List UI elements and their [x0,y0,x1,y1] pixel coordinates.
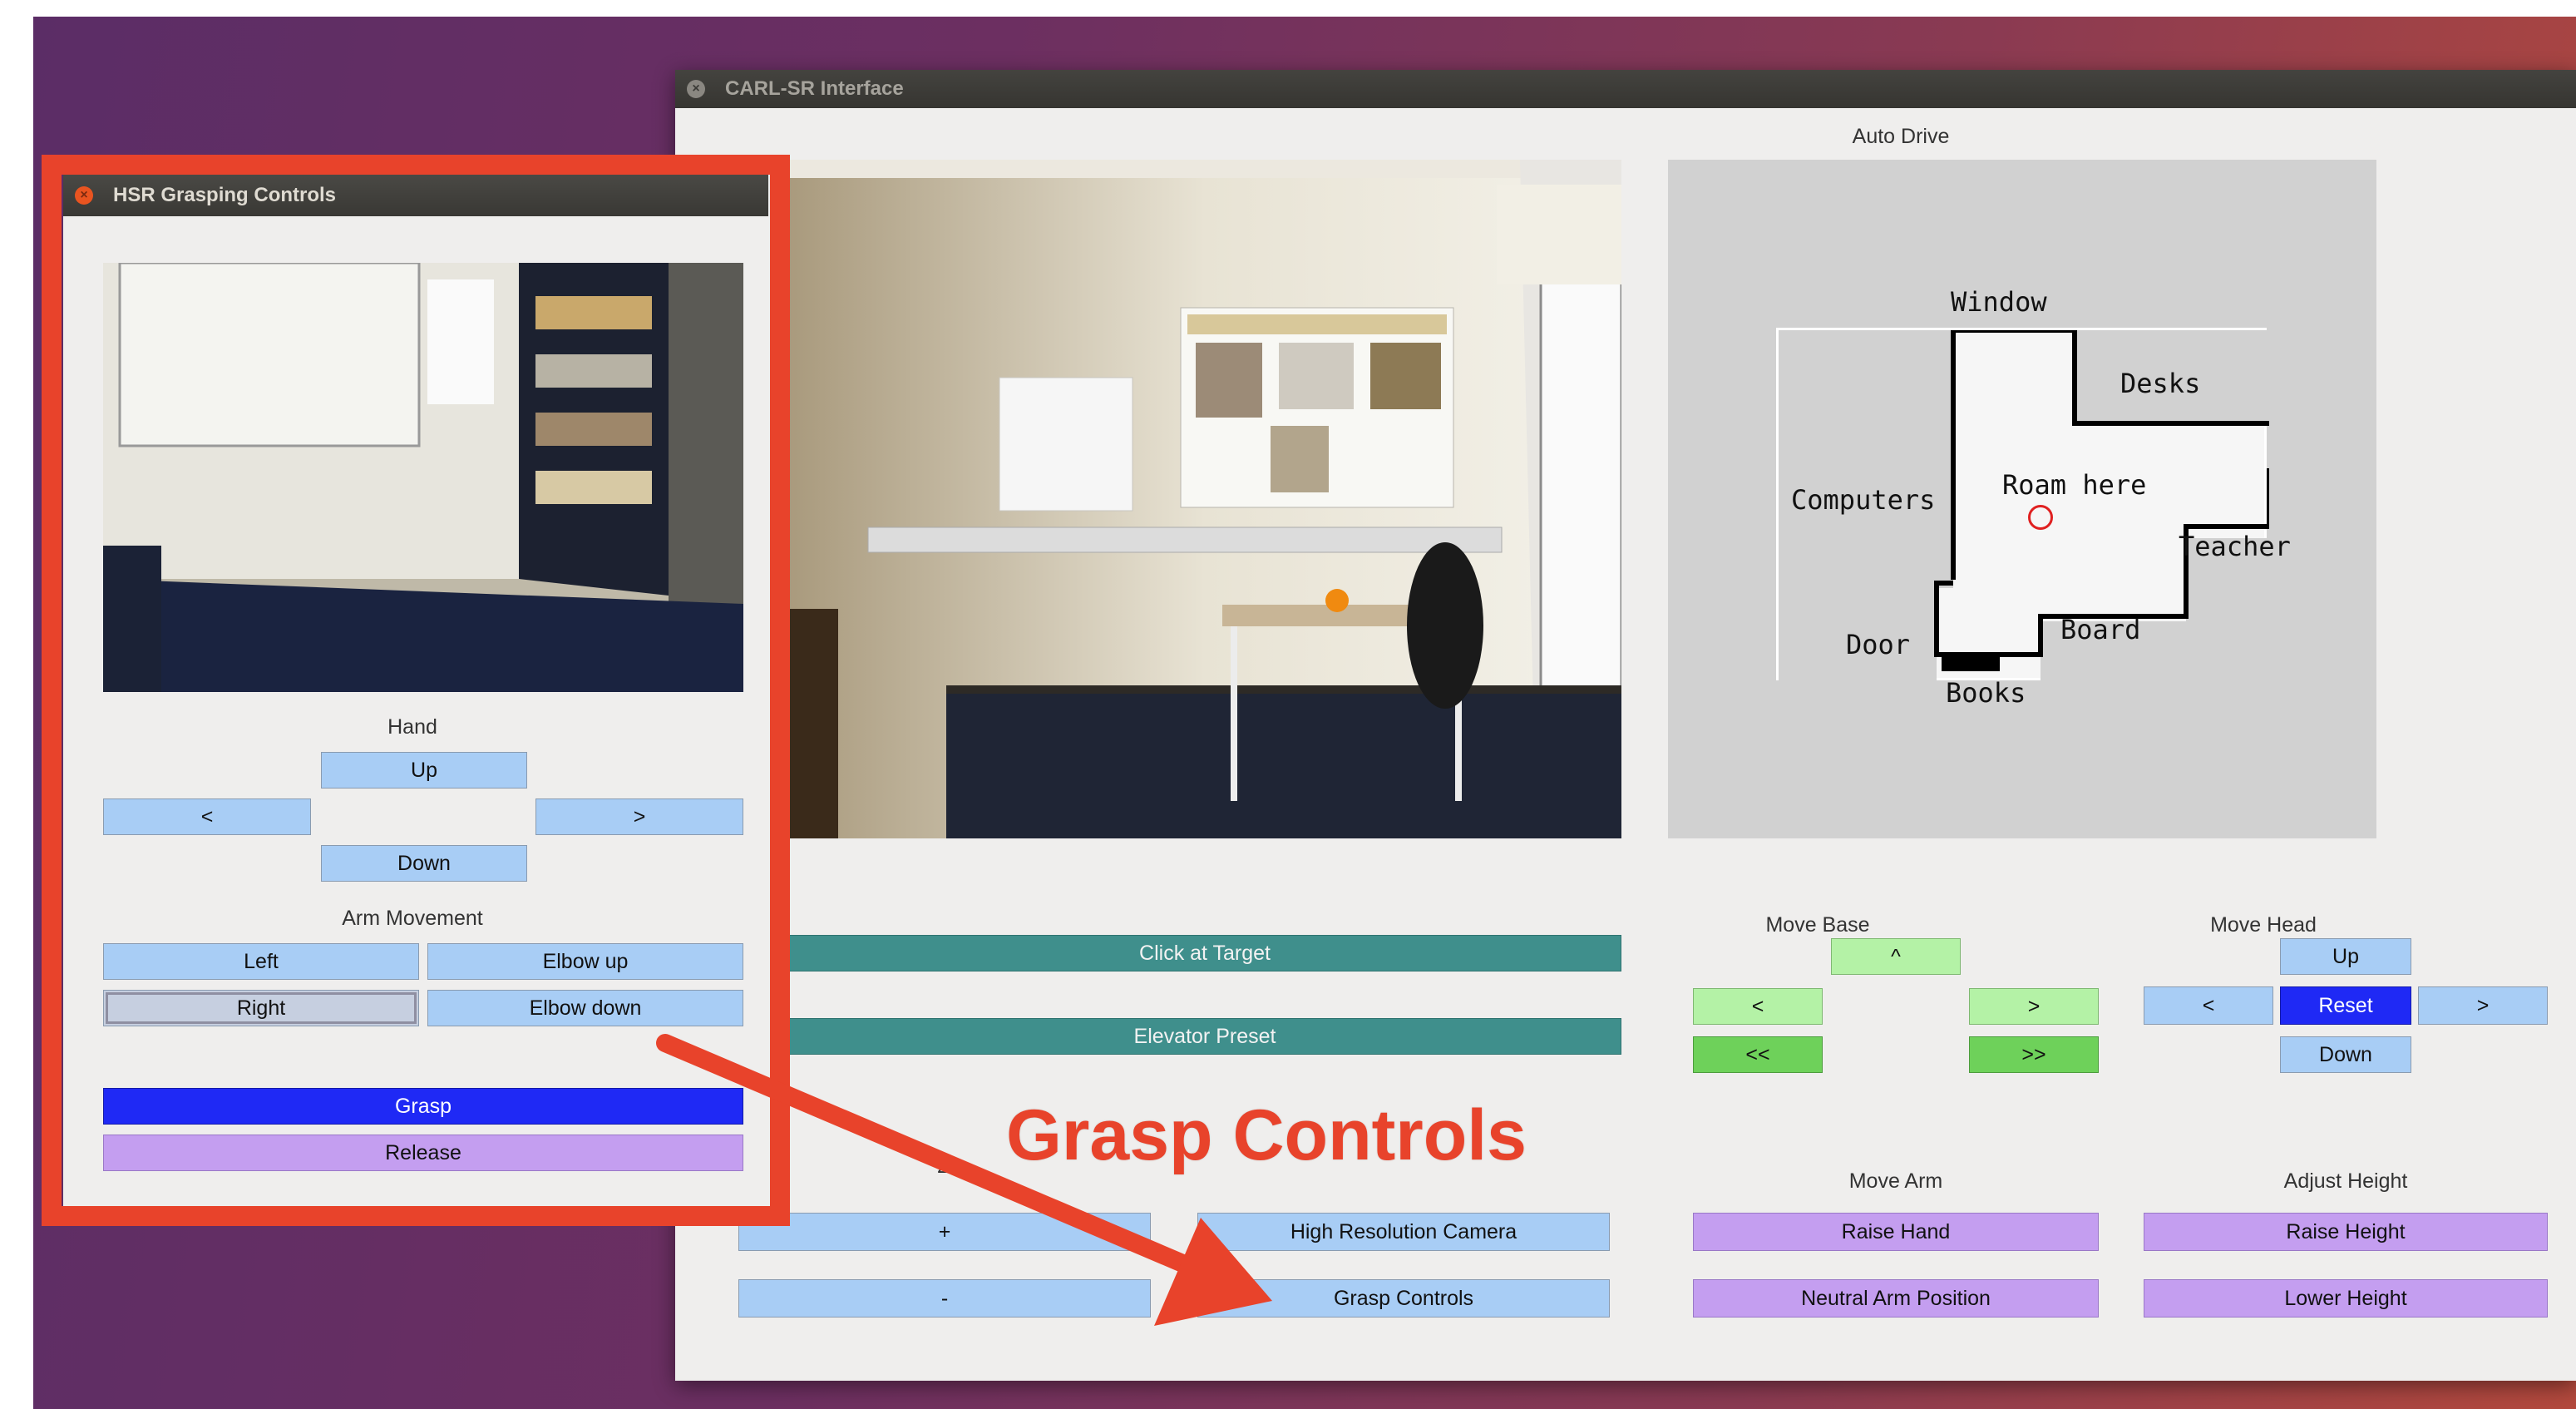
grasp-window-title: HSR Grasping Controls [113,184,337,206]
move-base-label: Move Base [1765,913,1870,937]
map-label-desks: Desks [2120,368,2201,399]
carl-sr-window: × CARL-SR Interface Auto Drive Window De… [675,70,2576,1381]
main-titlebar[interactable]: × CARL-SR Interface [675,70,2576,108]
zoom-in-button[interactable]: + [738,1213,1151,1251]
window-title: CARL-SR Interface [725,77,904,100]
hand-right-button[interactable]: > [535,798,743,835]
elevator-preset-button[interactable]: Elevator Preset [788,1018,1621,1055]
hand-up-button[interactable]: Up [321,752,527,789]
map-label-roam: Roam here [2002,469,2147,501]
grasp-titlebar[interactable]: × HSR Grasping Controls [63,175,768,216]
map-label-window: Window [1951,286,2047,318]
head-right-button[interactable]: > [2418,986,2548,1025]
grasp-controls-button[interactable]: Grasp Controls [1197,1279,1610,1318]
map-label-board: Board [2060,614,2141,645]
map-label-books: Books [1946,677,2026,709]
map-label-door: Door [1846,629,1911,660]
map-label-teacher: Teacher [2179,531,2291,562]
click-at-target-button[interactable]: Click at Target [788,935,1621,971]
arm-movement-label: Arm Movement [342,907,483,930]
move-head-label: Move Head [2210,913,2317,937]
lower-height-button[interactable]: Lower Height [2144,1279,2548,1318]
high-resolution-camera-button[interactable]: High Resolution Camera [1197,1213,1610,1251]
hand-down-button[interactable]: Down [321,845,527,882]
auto-drive-map[interactable]: Window Desks Computers Roam here Teacher… [1668,160,2376,838]
head-reset-button[interactable]: Reset [2280,986,2411,1025]
grasp-button[interactable]: Grasp [103,1088,743,1125]
elbow-down-button[interactable]: Elbow down [427,990,743,1026]
hsr-grasping-window: × HSR Grasping Controls Hand Up < > Down… [63,175,768,1206]
arm-left-button[interactable]: Left [103,943,419,980]
close-icon[interactable]: × [687,80,705,98]
move-arm-label: Move Arm [1848,1169,1943,1193]
base-left-button[interactable]: < [1693,988,1823,1025]
map-label-computers: Computers [1791,484,1936,516]
neutral-arm-position-button[interactable]: Neutral Arm Position [1693,1279,2099,1318]
raise-height-button[interactable]: Raise Height [2144,1213,2548,1251]
head-down-button[interactable]: Down [2280,1036,2411,1073]
classroom-image [788,160,1621,838]
release-button[interactable]: Release [103,1135,743,1171]
zoom-out-button[interactable]: - [738,1279,1151,1318]
head-left-button[interactable]: < [2144,986,2273,1025]
base-fast-left-button[interactable]: << [1693,1036,1823,1073]
auto-drive-label: Auto Drive [1852,125,1950,148]
hand-label: Hand [387,715,437,739]
base-right-button[interactable]: > [1969,988,2099,1025]
elbow-up-button[interactable]: Elbow up [427,943,743,980]
main-camera-feed[interactable] [788,160,1621,838]
arm-right-button[interactable]: Right [103,990,419,1026]
base-fast-right-button[interactable]: >> [1969,1036,2099,1073]
hand-left-button[interactable]: < [103,798,311,835]
adjust-height-label: Adjust Height [2283,1169,2408,1193]
robot-position-marker [2028,505,2053,530]
hand-camera-feed[interactable] [103,263,743,692]
head-up-button[interactable]: Up [2280,938,2411,975]
raise-hand-button[interactable]: Raise Hand [1693,1213,2099,1251]
close-icon[interactable]: × [75,186,93,205]
zoom-label: Zo [937,1154,962,1178]
hand-camera-image [103,263,743,692]
annotation-label: Grasp Controls [1006,1095,1527,1175]
base-forward-button[interactable]: ^ [1831,938,1961,975]
